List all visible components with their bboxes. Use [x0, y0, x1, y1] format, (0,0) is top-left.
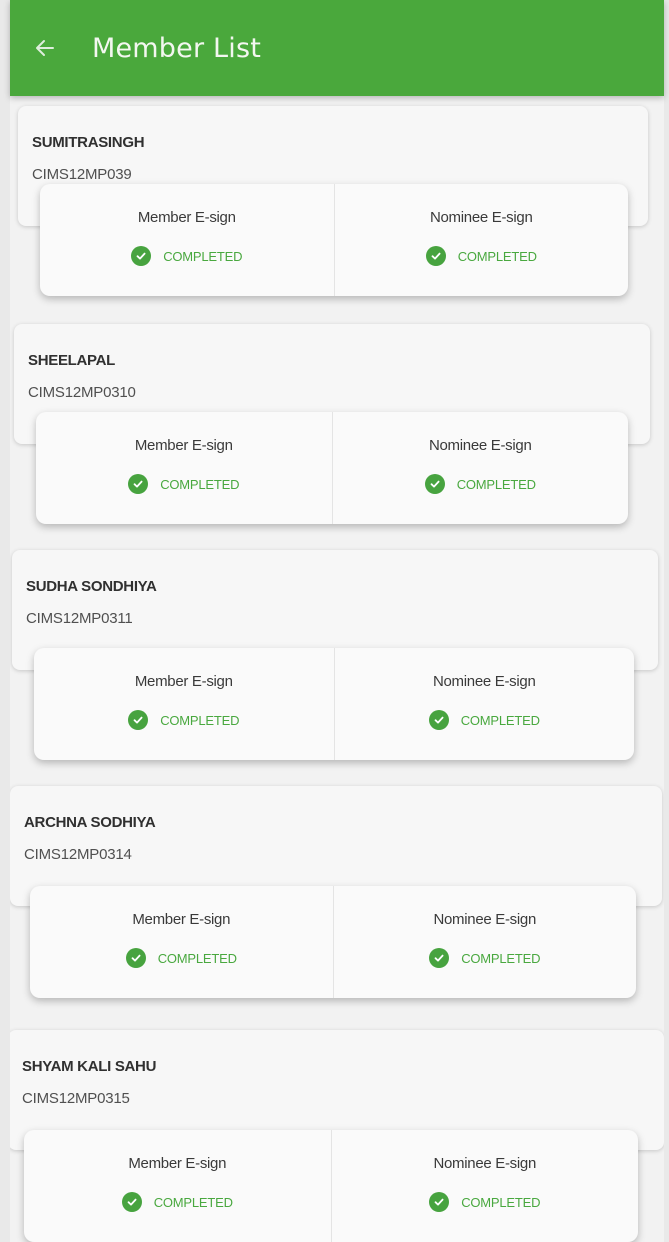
member-esign-column: Member E-sign COMPLETED [34, 648, 335, 760]
check-circle-icon [429, 948, 450, 968]
check-circle-icon [424, 474, 445, 494]
status-text: COMPLETED [153, 1194, 233, 1210]
check-circle-icon [131, 246, 152, 266]
check-circle-icon [425, 246, 446, 266]
nominee-esign-status: COMPLETED [332, 1192, 639, 1212]
member-esign-label: Member E-sign [132, 911, 231, 928]
status-text: COMPLETED [456, 476, 536, 492]
status-text: COMPLETED [157, 950, 237, 966]
member-esign-status: COMPLETED [24, 1192, 331, 1212]
member-id: CIMS12MP0310 [28, 384, 136, 401]
check-circle-icon [128, 710, 149, 730]
check-circle-icon [428, 710, 449, 730]
status-text: COMPLETED [160, 476, 240, 492]
status-text: COMPLETED [160, 712, 240, 728]
status-text: COMPLETED [461, 1194, 541, 1210]
member-esign-column: Member E-sign COMPLETED [30, 886, 334, 998]
esign-status-box: Member E-sign COMPLETED Nominee E-sign C… [36, 412, 628, 524]
member-esign-label: Member E-sign [137, 209, 236, 226]
member-esign-column: Member E-sign COMPLETED [36, 412, 333, 524]
member-id: CIMS12MP039 [32, 166, 132, 183]
member-esign-column: Member E-sign COMPLETED [40, 184, 335, 296]
member-id: CIMS12MP0315 [22, 1090, 130, 1107]
check-circle-icon [125, 948, 146, 968]
status-text: COMPLETED [163, 248, 243, 264]
member-name: SHEELAPAL [28, 352, 116, 369]
member-esign-status: COMPLETED [36, 474, 332, 494]
nominee-esign-label: Nominee E-sign [433, 1155, 536, 1172]
member-esign-label: Member E-sign [128, 1155, 227, 1172]
member-esign-label: Member E-sign [134, 437, 233, 454]
esign-status-box: Member E-sign COMPLETED Nominee E-sign C… [40, 184, 628, 296]
app-bar: Member List [10, 0, 664, 96]
member-name: SUDHA SONDHIYA [26, 578, 157, 595]
nominee-esign-label: Nominee E-sign [433, 911, 536, 928]
member-esign-status: COMPLETED [34, 710, 334, 730]
nominee-esign-label: Nominee E-sign [428, 437, 532, 454]
nominee-esign-status: COMPLETED [333, 474, 629, 494]
member-name: SHYAM KALI SAHU [22, 1058, 157, 1075]
arrow-left-icon[interactable] [24, 27, 66, 69]
page-title: Member List [92, 32, 262, 64]
member-list[interactable]: SUMITRASINGH CIMS12MP039 Member E-sign C… [10, 96, 664, 1242]
nominee-esign-label: Nominee E-sign [429, 209, 533, 226]
nominee-esign-status: COMPLETED [335, 710, 635, 730]
nominee-esign-column: Nominee E-sign COMPLETED [334, 886, 637, 998]
member-name: SUMITRASINGH [32, 134, 145, 151]
member-esign-status: COMPLETED [40, 246, 334, 266]
nominee-esign-label: Nominee E-sign [432, 673, 536, 690]
status-text: COMPLETED [460, 712, 540, 728]
esign-status-box: Member E-sign COMPLETED Nominee E-sign C… [30, 886, 636, 998]
member-name: ARCHNA SODHIYA [24, 814, 156, 831]
member-esign-column: Member E-sign COMPLETED [24, 1130, 332, 1242]
esign-status-box: Member E-sign COMPLETED Nominee E-sign C… [24, 1130, 638, 1242]
nominee-esign-status: COMPLETED [334, 948, 637, 968]
nominee-esign-column: Nominee E-sign COMPLETED [335, 648, 635, 760]
status-text: COMPLETED [457, 248, 537, 264]
nominee-esign-column: Nominee E-sign COMPLETED [332, 1130, 639, 1242]
check-circle-icon [121, 1192, 142, 1212]
nominee-esign-column: Nominee E-sign COMPLETED [333, 412, 629, 524]
nominee-esign-status: COMPLETED [335, 246, 629, 266]
member-id: CIMS12MP0314 [24, 846, 132, 863]
check-circle-icon [128, 474, 149, 494]
status-text: COMPLETED [461, 950, 541, 966]
nominee-esign-column: Nominee E-sign COMPLETED [335, 184, 629, 296]
member-esign-label: Member E-sign [134, 673, 233, 690]
esign-status-box: Member E-sign COMPLETED Nominee E-sign C… [34, 648, 634, 760]
member-id: CIMS12MP0311 [26, 610, 133, 627]
check-circle-icon [429, 1192, 450, 1212]
member-esign-status: COMPLETED [30, 948, 333, 968]
